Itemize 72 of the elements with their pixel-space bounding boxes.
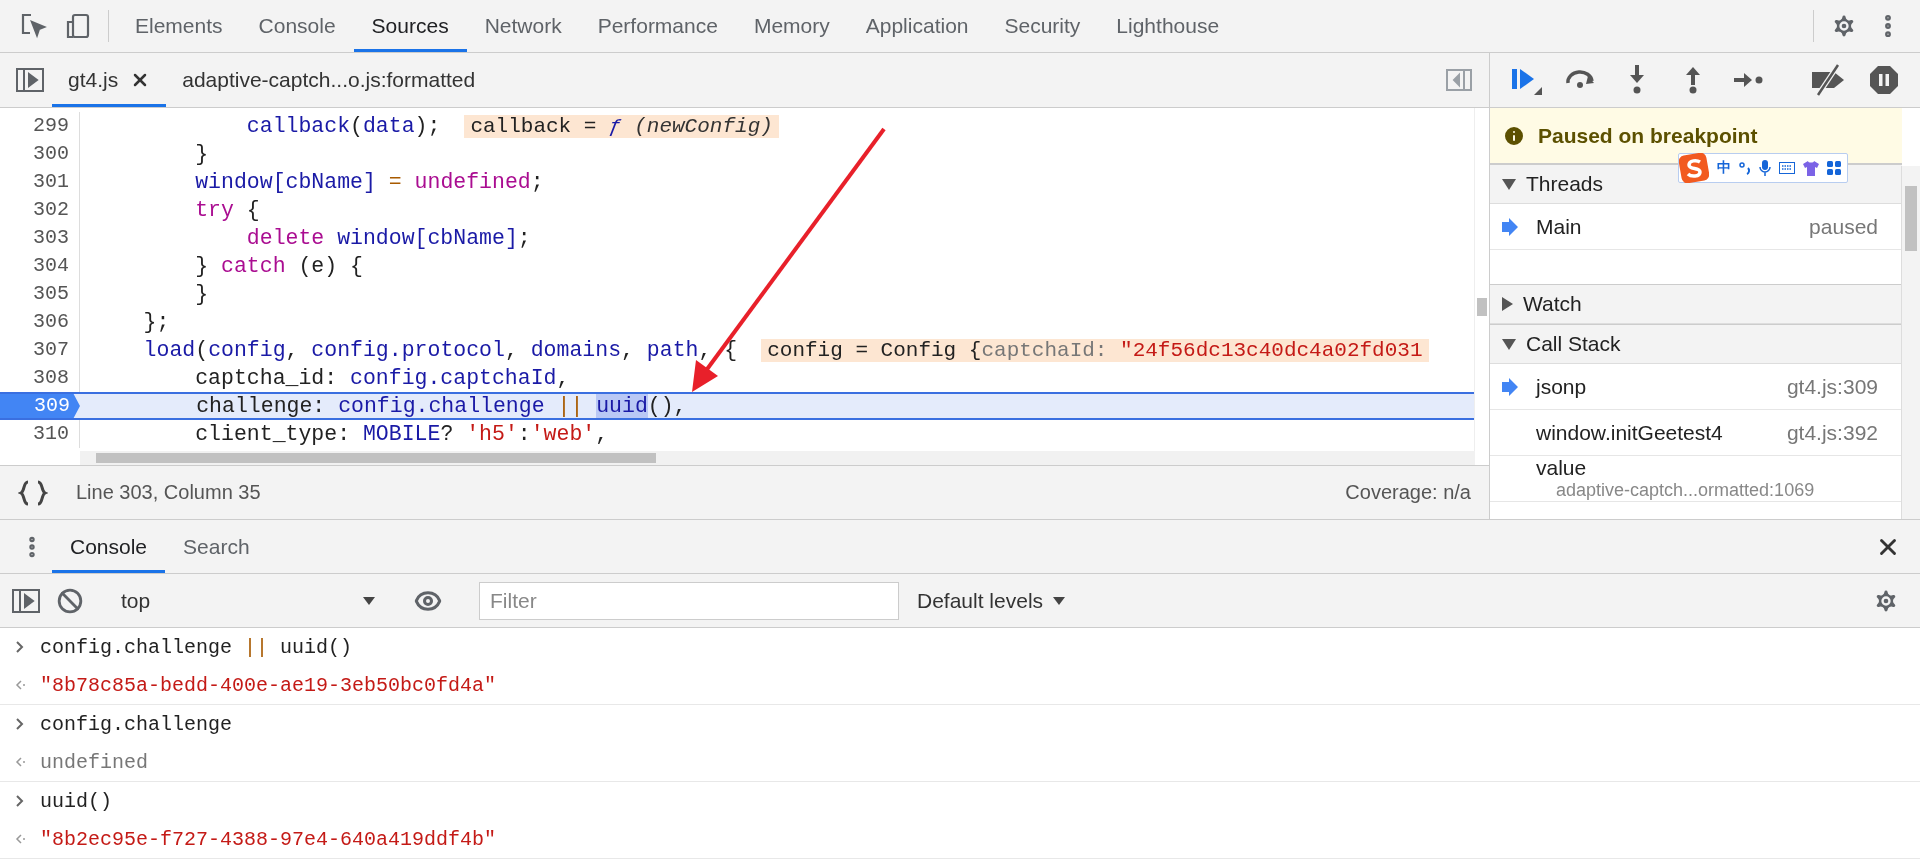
- line-number: 306: [0, 308, 80, 336]
- panel-tab[interactable]: Console: [240, 0, 354, 52]
- row-detail: gt4.js:392: [1786, 420, 1878, 445]
- row-name: value adaptive-captch...ormatted:1069: [1536, 456, 1816, 501]
- coverage-status: Coverage: n/a: [1345, 481, 1471, 504]
- panel-tab[interactable]: Memory: [735, 0, 848, 52]
- console-value: "8b2ec95e-f727-4388-97e4-640a419ddf4b": [40, 827, 497, 851]
- line-number: 303: [0, 224, 80, 252]
- panel-tab[interactable]: Elements: [117, 0, 241, 52]
- inline-value: callback = ƒ (newConfig): [464, 114, 779, 138]
- line-number: 301: [0, 168, 80, 196]
- code-text: load(config, config.protocol, domains, path, {: [142, 338, 738, 362]
- console-value: undefined: [40, 750, 149, 774]
- code-text: }: [194, 142, 209, 166]
- tshirt-icon[interactable]: [1803, 160, 1819, 176]
- prompt-chevron-icon: [14, 640, 26, 654]
- code-text: try {: [194, 198, 260, 222]
- code-text: captcha_id: config.captchaId,: [194, 366, 570, 390]
- prompt-chevron-icon: [14, 794, 26, 808]
- panel-tab[interactable]: Security: [986, 0, 1099, 52]
- line-number: 299: [0, 112, 80, 140]
- row-name: Main: [1536, 214, 1583, 239]
- result-arrow-icon: [14, 678, 26, 692]
- pretty-print-icon[interactable]: [18, 479, 48, 506]
- context-selector[interactable]: top: [109, 580, 389, 621]
- inline-value: config = Config {captchaId: "24f56dc13c40dc4a02fd031: [761, 338, 1429, 362]
- code-text: window[cbName] = undefined;: [194, 170, 544, 194]
- row-detail: gt4.js:309: [1786, 374, 1878, 399]
- filter-input[interactable]: Filter: [479, 581, 899, 620]
- panel-tab[interactable]: Network: [466, 0, 580, 52]
- horizontal-scrollbar[interactable]: [80, 451, 1475, 465]
- line-number: 307: [0, 336, 80, 364]
- microphone-icon[interactable]: [1759, 159, 1771, 177]
- panel-tab[interactable]: Performance: [579, 0, 736, 52]
- sidebar-scrollbar[interactable]: [1901, 166, 1920, 519]
- line-number: 309: [0, 394, 80, 418]
- paused-message: Paused on breakpoint: [1538, 123, 1758, 148]
- code-text: };: [142, 310, 170, 334]
- line-number: 300: [0, 140, 80, 168]
- console-expression: config.challenge: [40, 712, 233, 736]
- line-number: 302: [0, 196, 80, 224]
- code-text: } catch (e) {: [194, 254, 363, 278]
- code-text: }: [194, 282, 209, 306]
- dropdown-caret-icon: [363, 596, 375, 605]
- console-expression: uuid(): [40, 789, 112, 813]
- code-text: client_type: MOBILE? 'h5':'web',: [194, 422, 609, 446]
- section-header[interactable]: Call Stack: [1490, 324, 1902, 364]
- line-number: 305: [0, 280, 80, 308]
- punctuation-icon[interactable]: [1739, 161, 1751, 175]
- code-text: callback(data);: [245, 114, 441, 138]
- dropdown-caret-icon: [1053, 596, 1066, 605]
- file-tab[interactable]: adaptive-captch...o.js:formatted: [166, 53, 492, 107]
- prompt-chevron-icon: [14, 717, 26, 731]
- cursor-position: Line 303, Column 35: [76, 481, 261, 504]
- result-arrow-icon: [14, 755, 26, 769]
- row-detail: paused: [1809, 214, 1878, 239]
- panel-tab[interactable]: Lighthouse: [1098, 0, 1238, 52]
- line-number: 310: [0, 420, 80, 448]
- row-name: jsonp: [1536, 374, 1588, 399]
- result-arrow-icon: [14, 832, 26, 846]
- drawer-tab[interactable]: Search: [165, 520, 268, 573]
- grid-icon[interactable]: [1827, 161, 1841, 175]
- console-value: "8b78c85a-bedd-400e-ae19-3eb50bc0fd4a": [40, 673, 497, 697]
- section-header[interactable]: Watch: [1490, 284, 1902, 324]
- code-text: delete window[cbName];: [245, 226, 531, 250]
- code-text: challenge: config.challenge || uuid(),: [195, 394, 687, 418]
- console-expression: config.challenge || uuid(): [40, 635, 353, 659]
- line-number: 304: [0, 252, 80, 280]
- panel-tab[interactable]: Application: [847, 0, 987, 52]
- row-name: window.initGeetest4: [1536, 420, 1724, 445]
- log-levels-dropdown[interactable]: Default levels: [911, 587, 1072, 614]
- keyboard-icon[interactable]: [1779, 162, 1795, 174]
